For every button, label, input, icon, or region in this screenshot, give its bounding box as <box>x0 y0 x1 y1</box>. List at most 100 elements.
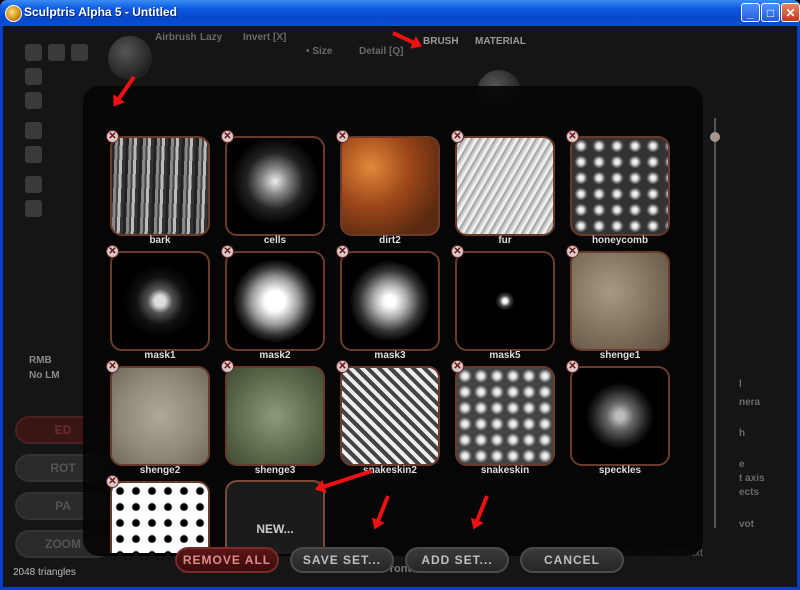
title-bar: Sculptris Alpha 5 - Untitled _ □ ✕ <box>0 0 800 26</box>
delete-brush-icon[interactable]: ✕ <box>566 360 579 373</box>
save-set-button[interactable]: SAVE SET... <box>290 547 394 573</box>
brush-preview-image[interactable] <box>225 251 325 351</box>
brush-preview-image[interactable] <box>570 136 670 236</box>
brush-preview-image[interactable] <box>110 366 210 466</box>
brush-thumbnail[interactable]: ✕ shenge3 <box>221 360 325 482</box>
nolmb-label[interactable]: No LM <box>29 370 60 381</box>
tool-icon[interactable] <box>48 44 65 61</box>
brush-preview-image[interactable] <box>340 366 440 466</box>
strength-slider-track[interactable] <box>714 118 716 528</box>
brush-thumbnail[interactable]: ✕ mask5 <box>451 245 555 367</box>
delete-brush-icon[interactable]: ✕ <box>336 245 349 258</box>
delete-brush-icon[interactable]: ✕ <box>221 245 234 258</box>
brush-preview-image[interactable] <box>455 136 555 236</box>
detail-label: Detail [Q] <box>359 46 404 57</box>
brush-thumbnail[interactable]: ✕ speckles <box>566 360 670 482</box>
right-panel-label: t axis <box>739 473 765 484</box>
delete-brush-icon[interactable]: ✕ <box>221 130 234 143</box>
new-brush-label: NEW... <box>256 522 294 536</box>
tool-icon[interactable] <box>25 176 42 193</box>
brush-size-knob[interactable] <box>108 36 152 80</box>
brush-name-label: shenge1 <box>599 350 641 361</box>
brush-thumbnail[interactable]: ✕ mask1 <box>106 245 210 367</box>
delete-brush-icon[interactable]: ✕ <box>451 245 464 258</box>
app-client-area: Airbrush Lazy Invert [X] • Size Detail [… <box>3 26 797 587</box>
lazy-label[interactable]: Lazy <box>200 32 222 43</box>
brush-name-label: snakeskin <box>480 465 530 476</box>
tool-icon[interactable] <box>25 200 42 217</box>
brush-preview-image[interactable] <box>455 366 555 466</box>
brush-thumbnail[interactable]: ✕ fur <box>451 130 555 252</box>
app-icon <box>5 5 22 22</box>
brush-name-label: fur <box>498 235 512 246</box>
brush-thumbnail[interactable]: ✕ snakeskin <box>451 360 555 482</box>
add-set-button[interactable]: ADD SET... <box>405 547 509 573</box>
triangle-count: 2048 triangles <box>13 567 76 578</box>
delete-brush-icon[interactable]: ✕ <box>106 360 119 373</box>
delete-brush-icon[interactable]: ✕ <box>106 475 119 488</box>
brush-preview-image[interactable] <box>340 136 440 236</box>
brush-thumbnail[interactable]: ✕ shenge1 <box>566 245 670 367</box>
close-button[interactable]: ✕ <box>781 3 800 22</box>
brush-name-label: shenge2 <box>139 465 181 476</box>
brush-name-label: cells <box>263 235 287 246</box>
brush-preview-image[interactable] <box>455 251 555 351</box>
right-panel-label: nera <box>739 397 761 408</box>
brush-name-label: dirt2 <box>379 235 401 246</box>
tool-icon[interactable] <box>25 146 42 163</box>
tool-icon[interactable] <box>71 44 88 61</box>
brush-thumbnail[interactable]: ✕ honeycomb <box>566 130 670 252</box>
remove-all-button[interactable]: REMOVE ALL <box>175 547 279 573</box>
tool-icon[interactable] <box>25 92 42 109</box>
brush-preview-image[interactable] <box>110 251 210 351</box>
rmb-label[interactable]: RMB <box>29 355 52 366</box>
brush-name-label: speckles <box>598 465 642 476</box>
cancel-button[interactable]: CANCEL <box>520 547 624 573</box>
brush-preview-image[interactable] <box>340 251 440 351</box>
brush-name-label: mask5 <box>489 350 521 361</box>
delete-brush-icon[interactable]: ✕ <box>106 130 119 143</box>
brush-thumbnail[interactable]: ✕ dirt2 <box>336 130 440 252</box>
brush-preview-image[interactable] <box>225 136 325 236</box>
material-label[interactable]: MATERIAL <box>475 36 526 47</box>
invert-label[interactable]: Invert [X] <box>243 32 286 43</box>
right-panel-label: l <box>739 379 742 390</box>
size-label: • Size <box>306 46 333 57</box>
airbrush-label[interactable]: Airbrush <box>155 32 197 43</box>
delete-brush-icon[interactable]: ✕ <box>336 360 349 373</box>
delete-brush-icon[interactable]: ✕ <box>221 360 234 373</box>
brush-preview-image[interactable] <box>225 366 325 466</box>
brush-thumbnail[interactable]: ✕ snakeskin2 <box>336 360 440 482</box>
brush-thumbnail[interactable]: ✕ cells <box>221 130 325 252</box>
brush-name-label: mask3 <box>374 350 406 361</box>
delete-brush-icon[interactable]: ✕ <box>566 130 579 143</box>
tool-icon[interactable] <box>25 44 42 61</box>
brush-preview-image[interactable] <box>110 136 210 236</box>
right-panel-label: h <box>739 428 746 439</box>
brush-thumbnail[interactable]: ✕ mask3 <box>336 245 440 367</box>
brush-preview-image[interactable] <box>570 366 670 466</box>
brush-name-label: mask2 <box>259 350 291 361</box>
new-brush-button[interactable]: NEW... <box>225 480 325 554</box>
brush-label[interactable]: BRUSH <box>423 36 459 47</box>
right-panel-label: ects <box>739 487 760 498</box>
tool-icon[interactable] <box>25 68 42 85</box>
strength-slider-knob[interactable] <box>710 132 720 142</box>
right-panel-label: e <box>739 459 745 470</box>
brush-thumbnail[interactable]: ✕ <box>106 475 210 553</box>
delete-brush-icon[interactable]: ✕ <box>106 245 119 258</box>
delete-brush-icon[interactable]: ✕ <box>451 360 464 373</box>
maximize-button[interactable]: □ <box>761 3 780 22</box>
delete-brush-icon[interactable]: ✕ <box>566 245 579 258</box>
brush-preview-image[interactable] <box>110 481 210 553</box>
delete-brush-icon[interactable]: ✕ <box>336 130 349 143</box>
delete-brush-icon[interactable]: ✕ <box>451 130 464 143</box>
tool-icon[interactable] <box>25 122 42 139</box>
brush-thumbnail[interactable]: ✕ mask2 <box>221 245 325 367</box>
brush-thumbnail[interactable]: ✕ shenge2 <box>106 360 210 482</box>
right-panel-label: vot <box>739 519 754 530</box>
window-title: Sculptris Alpha 5 - Untitled <box>24 5 177 19</box>
brush-thumbnail[interactable]: ✕ bark <box>106 130 210 252</box>
brush-preview-image[interactable] <box>570 251 670 351</box>
minimize-button[interactable]: _ <box>741 3 760 22</box>
